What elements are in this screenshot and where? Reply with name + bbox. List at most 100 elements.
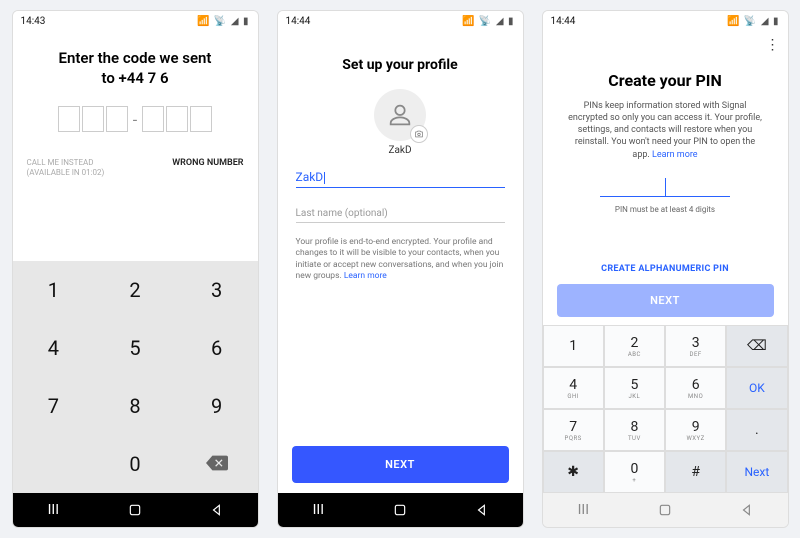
person-icon: [386, 101, 414, 129]
key-5[interactable]: 5JKL: [604, 367, 665, 409]
nav-home[interactable]: [385, 503, 415, 517]
key-✱[interactable]: ✱: [543, 451, 604, 493]
key-0[interactable]: 0: [94, 435, 176, 493]
screen-content: Enter the code we sent to +44 7 6 - CALL…: [13, 31, 258, 493]
key-num: 7: [569, 419, 577, 435]
code-digit[interactable]: [142, 106, 164, 132]
overflow-menu-icon[interactable]: ⋮: [766, 37, 780, 53]
numeric-keypad: 1 2 3 4 5 6 7 8 9 0: [13, 261, 258, 493]
code-digit[interactable]: [106, 106, 128, 132]
key-num: .: [755, 422, 759, 438]
key-num: ⌫: [747, 338, 767, 354]
status-icons: 📶 📡 ◢ ▮: [462, 16, 515, 27]
status-time: 14:44: [286, 16, 311, 27]
status-time: 14:44: [551, 16, 576, 27]
nav-recent[interactable]: III: [568, 502, 598, 518]
key-num: 1: [569, 338, 577, 354]
key-num: 9: [692, 419, 700, 435]
key-.[interactable]: .: [726, 409, 787, 451]
pin-hint: PIN must be at least 4 digits: [543, 205, 788, 214]
key-7[interactable]: 7: [13, 377, 95, 435]
pin-keypad: 12ABC3DEF⌫4GHI5JKL6MNOOK7PQRS8TUV9WXYZ.✱…: [543, 325, 788, 493]
key-0[interactable]: 0+: [604, 451, 665, 493]
last-name-placeholder: Last name (optional): [296, 208, 388, 219]
key-6[interactable]: 6MNO: [665, 367, 726, 409]
status-icons: 📶 📡 ◢ ▮: [727, 16, 780, 27]
nav-back[interactable]: [467, 503, 497, 517]
android-nav-bar: III: [13, 493, 258, 527]
next-button[interactable]: NEXT: [292, 446, 509, 483]
status-time: 14:43: [21, 16, 46, 27]
page-title-line1: Enter the code we sent: [29, 49, 242, 69]
key-sub: ABC: [628, 351, 641, 358]
code-digit[interactable]: [82, 106, 104, 132]
nav-back[interactable]: [202, 503, 232, 517]
key-ok[interactable]: OK: [726, 367, 787, 409]
next-button[interactable]: NEXT: [557, 284, 774, 317]
page-title: Set up your profile: [278, 57, 523, 73]
key-num: 2: [630, 335, 638, 351]
key-3[interactable]: 3: [176, 261, 258, 319]
key-2[interactable]: 2ABC: [604, 325, 665, 367]
key-7[interactable]: 7PQRS: [543, 409, 604, 451]
nav-recent[interactable]: III: [38, 502, 68, 518]
create-alphanumeric-pin-link[interactable]: CREATE ALPHANUMERIC PIN: [543, 264, 788, 274]
text-cursor: [324, 172, 325, 184]
key-2[interactable]: 2: [94, 261, 176, 319]
code-dash: -: [133, 110, 137, 129]
key-sub: PQRS: [565, 435, 582, 442]
status-bar: 14:43 📶 📡 ◢ ▮: [13, 11, 258, 31]
text-cursor: [665, 178, 666, 196]
desc-text: Your profile is end-to-end encrypted. Yo…: [296, 237, 504, 281]
pin-description: PINs keep information stored with Signal…: [543, 90, 788, 161]
call-me-label: CALL ME INSTEAD: [27, 158, 105, 168]
nav-home[interactable]: [120, 503, 150, 517]
code-digit[interactable]: [166, 106, 188, 132]
code-digit[interactable]: [190, 106, 212, 132]
key-⌫[interactable]: ⌫: [726, 325, 787, 367]
first-name-field[interactable]: ZakD: [296, 166, 505, 188]
phone-enter-code: 14:43 📶 📡 ◢ ▮ Enter the code we sent to …: [12, 10, 259, 528]
key-#[interactable]: #: [665, 451, 726, 493]
key-empty: [13, 435, 95, 493]
camera-icon: [414, 129, 424, 139]
android-nav-bar: III: [543, 493, 788, 527]
pin-input[interactable]: [600, 175, 730, 197]
key-4[interactable]: 4: [13, 319, 95, 377]
key-sub: +: [632, 477, 636, 484]
status-bar: 14:44 📶 📡 ◢ ▮: [278, 11, 523, 31]
key-4[interactable]: 4GHI: [543, 367, 604, 409]
status-bar: 14:44 📶 📡 ◢ ▮: [543, 11, 788, 31]
key-num: OK: [749, 381, 765, 395]
code-input-group[interactable]: -: [29, 106, 242, 132]
key-sub: DEF: [690, 351, 702, 358]
key-6[interactable]: 6: [176, 319, 258, 377]
key-backspace[interactable]: [176, 435, 258, 493]
key-1[interactable]: 1: [543, 325, 604, 367]
key-num: 4: [569, 377, 577, 393]
learn-more-link[interactable]: Learn more: [652, 150, 698, 160]
learn-more-link[interactable]: Learn more: [344, 271, 387, 281]
key-9[interactable]: 9WXYZ: [665, 409, 726, 451]
camera-badge[interactable]: [410, 125, 428, 143]
nav-home[interactable]: [650, 503, 680, 517]
key-num: 5: [630, 377, 638, 393]
nav-recent[interactable]: III: [303, 502, 333, 518]
key-1[interactable]: 1: [13, 261, 95, 319]
avatar[interactable]: [374, 89, 426, 141]
key-8[interactable]: 8: [94, 377, 176, 435]
last-name-field[interactable]: Last name (optional): [296, 204, 505, 223]
key-3[interactable]: 3DEF: [665, 325, 726, 367]
key-sub: WXYZ: [686, 435, 704, 442]
key-9[interactable]: 9: [176, 377, 258, 435]
key-next[interactable]: Next: [726, 451, 787, 493]
key-5[interactable]: 5: [94, 319, 176, 377]
key-8[interactable]: 8TUV: [604, 409, 665, 451]
wrong-number-link[interactable]: WRONG NUMBER: [172, 158, 243, 177]
nav-back[interactable]: [732, 503, 762, 517]
profile-display-name: ZakD: [278, 145, 523, 156]
key-num: 8: [630, 419, 638, 435]
code-digit[interactable]: [58, 106, 80, 132]
key-sub: MNO: [688, 393, 703, 400]
status-icons: 📶 📡 ◢ ▮: [197, 16, 250, 27]
